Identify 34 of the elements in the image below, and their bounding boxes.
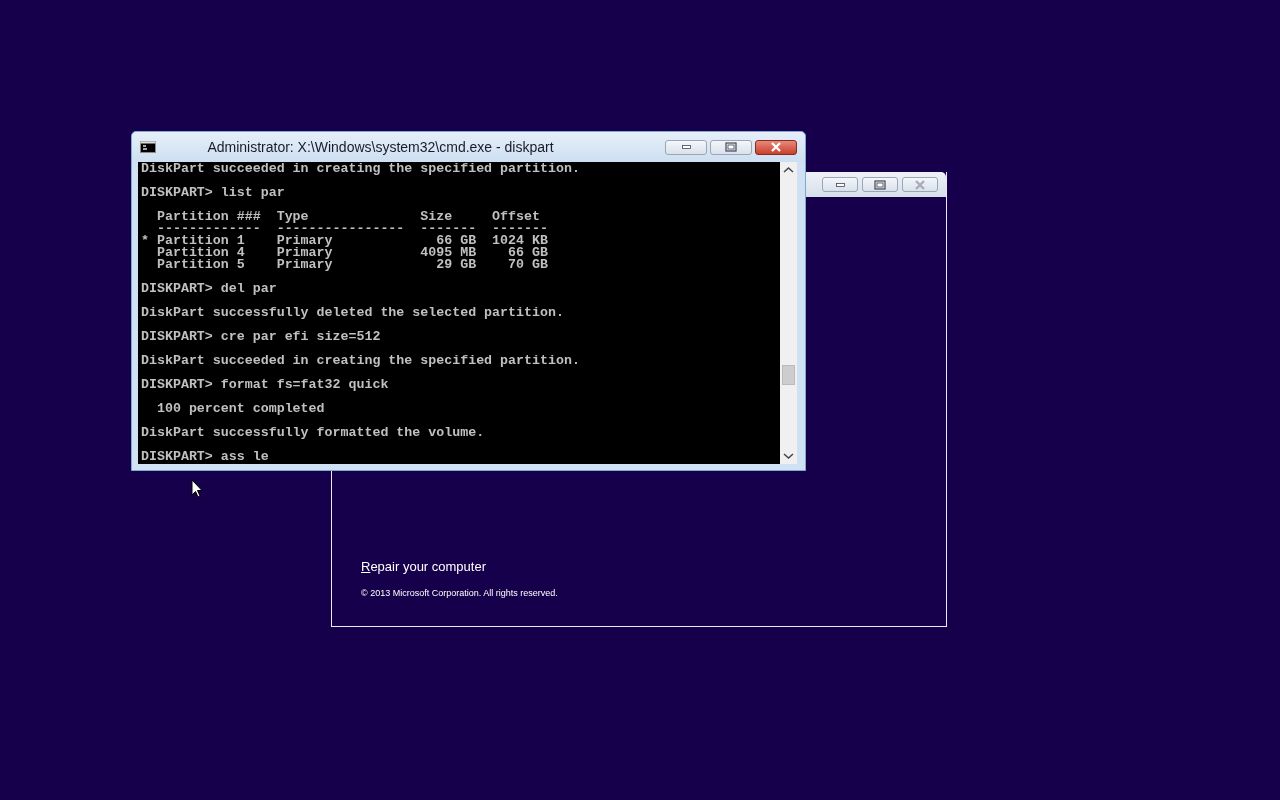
scrollbar[interactable] (780, 162, 797, 464)
console-icon (140, 141, 156, 153)
console-line: DISKPART> ass le (141, 451, 269, 463)
console-line: DISKPART> cre par efi size=512 (141, 331, 381, 343)
console-line: ------------- ---------------- ------- ------- (155, 223, 548, 235)
minimize-icon (835, 182, 845, 187)
console-line: 100 percent completed (155, 403, 325, 415)
console-line: DISKPART> format fs=fat32 quick (141, 379, 389, 391)
window-title: Administrator: X:\Windows\system32\cmd.exe - diskpart (206, 139, 555, 155)
console-line: Partition 5 Primary 29 GB 70 GB (155, 259, 548, 271)
console-line: * Partition 1 Primary 66 GB 1024 KB (141, 235, 548, 247)
console-line: DISKPART> list par (141, 187, 285, 199)
console-line: Partition 4 Primary 4095 MB 66 GB (155, 247, 548, 259)
close-button[interactable] (755, 139, 797, 155)
console-line: DiskPart succeeded in creating the specified partition. (141, 355, 580, 367)
console-line: DiskPart successfully formatted the volume. (141, 427, 485, 439)
copyright-text: © 2013 Microsoft Corporation. All rights reserved. (361, 588, 558, 598)
console-line: DISKPART> del par (141, 283, 277, 295)
close-icon (768, 140, 784, 154)
minimize-button[interactable] (665, 139, 707, 155)
console-line: DiskPart successfully deleted the selected partition. (141, 307, 564, 319)
minimize-icon (681, 145, 691, 149)
close-icon (912, 177, 928, 192)
scroll-up-icon[interactable] (783, 166, 794, 174)
restore-icon (872, 177, 888, 192)
restore-button[interactable] (862, 177, 898, 192)
scroll-down-icon[interactable] (783, 452, 794, 460)
maximize-icon (723, 140, 739, 154)
scroll-thumb[interactable] (782, 365, 795, 385)
repair-link[interactable]: Repair your computer (361, 559, 486, 574)
minimize-button[interactable] (822, 177, 858, 192)
mouse-pointer-icon (191, 479, 203, 498)
console-line: Partition ### Type Size Offset (155, 211, 540, 223)
console-line: DiskPart succeeded in creating the specified partition. (141, 163, 580, 175)
